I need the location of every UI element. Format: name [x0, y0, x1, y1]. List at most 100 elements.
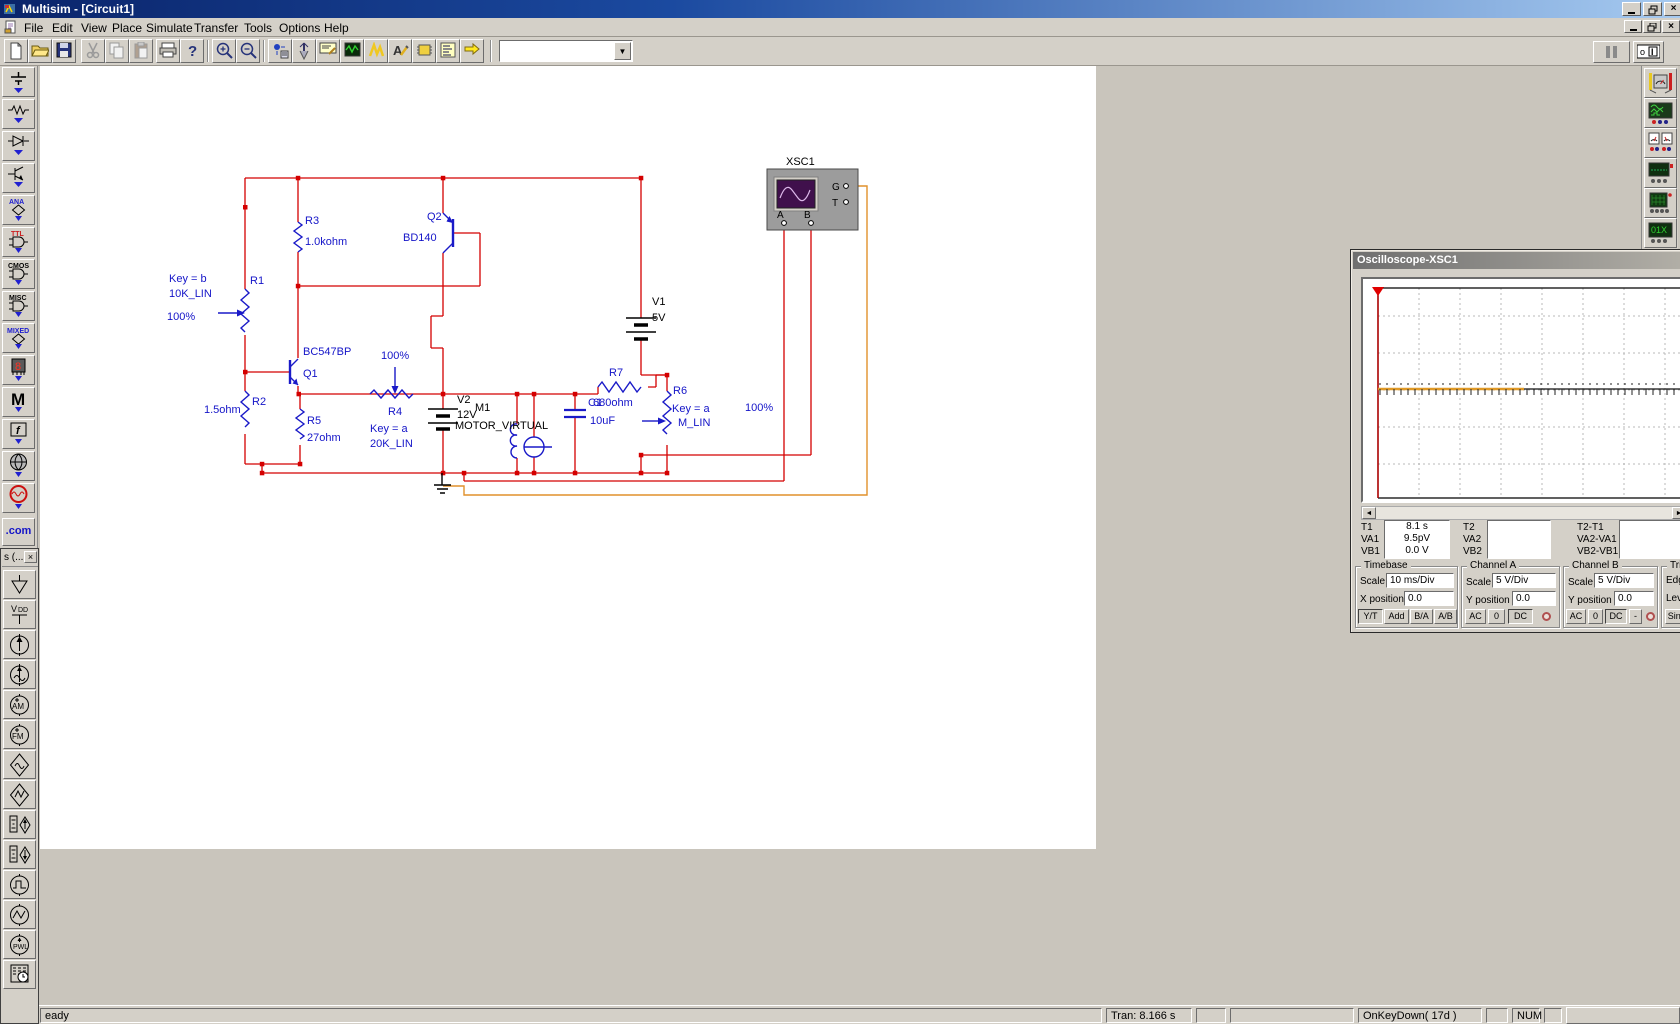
menu-help[interactable]: Help [320, 20, 353, 36]
menu-transfer[interactable]: Transfer [190, 20, 242, 36]
new-button[interactable] [4, 39, 28, 63]
in-use-list-combobox[interactable]: ▼ [499, 40, 633, 62]
scroll-left-icon[interactable]: ◄ [1362, 507, 1376, 519]
app-close-button[interactable]: × [1664, 2, 1680, 16]
controls-group-button[interactable]: f [2, 419, 35, 449]
menu-edit[interactable]: Edit [48, 20, 77, 36]
oscilloscope-window[interactable]: Oscilloscope-XSC1 ◄ ► T1 VA1 VB1 8.1 s9.… [1350, 249, 1680, 633]
channel-b-dc-button[interactable]: DC [1605, 609, 1627, 624]
oscilloscope-window-title[interactable]: Oscilloscope-XSC1 [1353, 252, 1680, 269]
channel-a-scale-field[interactable]: 5 V/Div [1492, 573, 1556, 588]
channel-b-ac-button[interactable]: AC [1566, 609, 1586, 624]
channel-b-minus-button[interactable]: - [1629, 609, 1642, 624]
menu-options[interactable]: Options [275, 20, 324, 36]
help-button[interactable]: ? [180, 39, 204, 63]
transfer-button[interactable] [460, 39, 484, 63]
ba-mode-button[interactable]: B/A [1410, 609, 1433, 624]
reports-button[interactable] [436, 39, 460, 63]
save-button[interactable] [52, 39, 76, 63]
word-generator-button[interactable]: 01X [1644, 218, 1677, 248]
function-generator-button[interactable] [1644, 98, 1677, 128]
doc-minimize-button[interactable] [1624, 20, 1642, 33]
edaparts-button[interactable]: .com [2, 518, 35, 546]
copy-button[interactable] [105, 39, 129, 63]
instruments-button[interactable] [316, 39, 340, 63]
diode-group-button[interactable] [2, 131, 35, 161]
vdd-source-button[interactable]: VDD [3, 600, 36, 629]
transistor-group-button[interactable] [2, 163, 35, 193]
controlled-sine-source-button[interactable] [3, 750, 36, 779]
analysis-button[interactable] [364, 39, 388, 63]
add-mode-button[interactable]: Add [1384, 609, 1409, 624]
chevron-down-icon[interactable]: ▼ [614, 42, 631, 60]
ac-current-source-button[interactable] [3, 660, 36, 689]
indicators-group-button[interactable]: 8 [2, 355, 35, 385]
virtual-wire-button[interactable] [292, 39, 316, 63]
controlled-source-button[interactable] [3, 780, 36, 809]
triangle-source-button[interactable] [3, 900, 36, 929]
basic-group-button[interactable] [2, 99, 35, 129]
channel-b-0-button[interactable]: 0 [1588, 609, 1603, 624]
ttl-group-button[interactable]: TTL [2, 227, 35, 257]
ab-mode-button[interactable]: A/B [1434, 609, 1457, 624]
menu-view[interactable]: View [77, 20, 111, 36]
print-button[interactable] [156, 39, 180, 63]
controlled-voltage-source-button[interactable] [3, 810, 36, 839]
channel-a-ac-button[interactable]: AC [1465, 609, 1486, 624]
annotation-button[interactable]: A [388, 39, 412, 63]
channel-b-scale-field[interactable]: 5 V/Div [1594, 573, 1654, 588]
menu-place[interactable]: Place [108, 20, 146, 36]
scope-scrollbar[interactable]: ◄ ► [1361, 506, 1680, 520]
scroll-right-icon[interactable]: ► [1672, 507, 1680, 519]
multimeter-button[interactable] [1644, 68, 1677, 98]
zoom-out-button[interactable] [236, 39, 260, 63]
analog-group-button[interactable]: ANA [2, 195, 35, 225]
sources-group-button[interactable] [2, 67, 35, 97]
timebase-scale-field[interactable]: 10 ms/Div [1386, 573, 1454, 588]
menu-tools[interactable]: Tools [240, 20, 276, 36]
trigger-single-button[interactable]: Sing. [1665, 609, 1680, 624]
menu-simulate[interactable]: Simulate [142, 20, 197, 36]
electromechanical-group-button[interactable] [2, 483, 35, 513]
dc-current-source-button[interactable] [3, 630, 36, 659]
misc-digital-group-button[interactable]: MISC [2, 291, 35, 321]
schematic-canvas[interactable]: Key = b 10K_LIN 100% R1 R3 1.0kohm Q2 BD… [40, 66, 1096, 849]
pulse-source-button[interactable] [3, 870, 36, 899]
controlled-current-source-button[interactable] [3, 840, 36, 869]
scope-ground-wire[interactable] [443, 186, 867, 495]
cut-button[interactable] [81, 39, 105, 63]
zoom-in-button[interactable] [212, 39, 236, 63]
app-minimize-button[interactable] [1622, 2, 1641, 16]
oscilloscope-button[interactable] [1644, 158, 1677, 188]
timebase-xposition-field[interactable]: 0.0 [1404, 591, 1454, 606]
doc-close-button[interactable]: × [1662, 20, 1680, 33]
run-switch[interactable]: oI [1633, 41, 1664, 63]
pwl-source-button[interactable]: PWL [3, 930, 36, 959]
close-icon[interactable]: × [24, 551, 37, 563]
simulate-button[interactable] [340, 39, 364, 63]
channel-a-0-button[interactable]: 0 [1488, 609, 1505, 624]
wattmeter-button[interactable] [1644, 128, 1677, 158]
open-button[interactable] [28, 39, 52, 63]
channel-b-yposition-field[interactable]: 0.0 [1614, 591, 1654, 606]
rf-group-button[interactable] [2, 451, 35, 481]
ground-source-button[interactable] [3, 570, 36, 599]
pause-button[interactable] [1593, 41, 1630, 63]
channel-a-dc-button[interactable]: DC [1508, 609, 1533, 624]
app-restore-button[interactable] [1643, 2, 1662, 16]
channel-a-yposition-field[interactable]: 0.0 [1512, 591, 1556, 606]
component-browser-button[interactable] [268, 39, 292, 63]
fm-source-button[interactable]: FM [3, 720, 36, 749]
doc-restore-button[interactable] [1643, 20, 1661, 33]
yt-mode-button[interactable]: Y/T [1358, 609, 1383, 624]
am-source-button[interactable]: AM [3, 690, 36, 719]
menu-file[interactable]: File [20, 20, 47, 36]
component-edit-button[interactable] [412, 39, 436, 63]
misc-group-button[interactable]: M [2, 387, 35, 417]
mixed-group-button[interactable]: MIXED [2, 323, 35, 353]
bode-plotter-button[interactable] [1644, 188, 1677, 218]
status-message: eady [40, 1008, 1102, 1023]
cmos-group-button[interactable]: CMOS [2, 259, 35, 289]
paste-button[interactable] [129, 39, 153, 63]
clock-source-button[interactable] [3, 960, 36, 989]
